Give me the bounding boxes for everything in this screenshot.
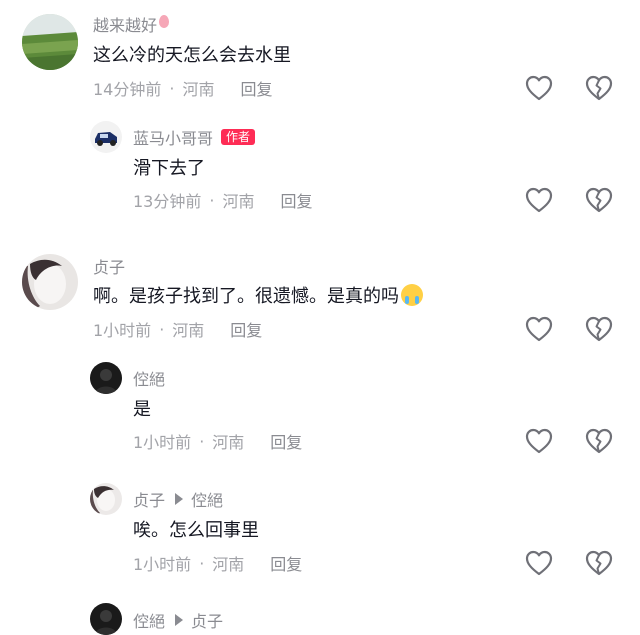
reply-button[interactable]: 回复 xyxy=(270,429,302,453)
avatar[interactable] xyxy=(22,254,78,310)
comment-location: 河南 xyxy=(212,555,245,574)
broken-heart-outline-icon[interactable] xyxy=(585,187,613,213)
play-arrow-icon xyxy=(175,614,184,626)
reply-target[interactable]: 贞子 xyxy=(191,608,223,632)
heart-outline-icon[interactable] xyxy=(525,550,553,576)
balloon-icon xyxy=(159,14,170,28)
comment-time: 1小时前 xyxy=(133,555,192,574)
reply-button[interactable]: 回复 xyxy=(280,188,312,212)
comment-text: 是 xyxy=(133,399,151,420)
comment-username[interactable]: 倥絕 xyxy=(133,367,165,389)
comment-meta: 14分钟前 · 河南 回复 xyxy=(93,76,273,100)
comment-time: 1小时前 xyxy=(93,321,152,340)
comment-username[interactable]: 越来越好 xyxy=(93,13,170,35)
reply-button[interactable]: 回复 xyxy=(270,551,302,575)
broken-heart-outline-icon[interactable] xyxy=(585,75,613,101)
reply-target[interactable]: 倥絕 xyxy=(191,487,223,511)
heart-outline-icon[interactable] xyxy=(525,187,553,213)
heart-outline-icon[interactable] xyxy=(525,75,553,101)
reply-author[interactable]: 贞子 xyxy=(133,487,165,511)
comment-text: 啊。是孩子找到了。很遗憾。是真的吗 xyxy=(93,284,423,310)
comment-text: 滑下去了 xyxy=(133,158,205,179)
heart-outline-icon[interactable] xyxy=(525,316,553,342)
comment-location: 河南 xyxy=(172,321,205,340)
comment-username: 倥絕 贞子 xyxy=(133,609,223,631)
comment-text: 唉。怎么回事里 xyxy=(133,520,259,541)
comment-time: 13分钟前 xyxy=(133,192,202,211)
author-badge: 作者 xyxy=(221,129,256,145)
avatar[interactable] xyxy=(90,121,122,153)
play-arrow-icon xyxy=(175,493,184,505)
avatar[interactable] xyxy=(22,14,78,70)
comment-meta: 1小时前 · 河南 回复 xyxy=(133,429,302,453)
comment-username[interactable]: 蓝马小哥哥 作者 xyxy=(133,126,256,148)
comment-meta: 1小时前 · 河南 回复 xyxy=(133,551,302,575)
broken-heart-outline-icon[interactable] xyxy=(585,316,613,342)
comment-meta: 1小时前 · 河南 回复 xyxy=(93,317,262,341)
broken-heart-outline-icon[interactable] xyxy=(585,550,613,576)
comment-time: 1小时前 xyxy=(133,433,192,452)
comment-location: 河南 xyxy=(222,192,255,211)
comment-text: 这么冷的天怎么会去水里 xyxy=(93,45,291,66)
comment-location: 河南 xyxy=(182,80,215,99)
broken-heart-outline-icon[interactable] xyxy=(585,428,613,454)
avatar[interactable] xyxy=(90,483,122,515)
heart-outline-icon[interactable] xyxy=(525,428,553,454)
reply-button[interactable]: 回复 xyxy=(230,317,262,341)
avatar[interactable] xyxy=(90,603,122,635)
comment-username: 贞子 倥絕 xyxy=(133,488,223,510)
comment-time: 14分钟前 xyxy=(93,80,162,99)
comment-username[interactable]: 贞子 xyxy=(93,255,125,277)
comment-location: 河南 xyxy=(212,433,245,452)
avatar[interactable] xyxy=(90,362,122,394)
reply-button[interactable]: 回复 xyxy=(240,76,272,100)
reply-author[interactable]: 倥絕 xyxy=(133,608,165,632)
comment-meta: 13分钟前 · 河南 回复 xyxy=(133,188,313,212)
crying-face-icon xyxy=(401,284,423,306)
